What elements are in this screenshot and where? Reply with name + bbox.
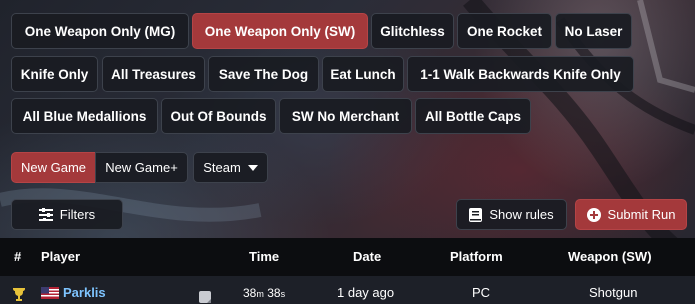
column-player[interactable]: Player — [41, 238, 80, 276]
time-minutes: 38 — [243, 286, 257, 300]
player-name-link[interactable]: Parklis — [63, 279, 106, 304]
plus-circle-icon — [586, 207, 601, 222]
category-one-rocket[interactable]: One Rocket — [457, 13, 552, 49]
time-minutes-unit: m — [256, 289, 264, 299]
mode-new-game-plus[interactable]: New Game+ — [95, 152, 188, 183]
sliders-icon — [38, 208, 53, 221]
category-all-bottle-caps[interactable]: All Bottle Caps — [415, 98, 531, 134]
category-sw-no-merchant[interactable]: SW No Merchant — [279, 98, 412, 134]
platform-dropdown-value: Steam — [203, 160, 241, 175]
show-rules-label: Show rules — [489, 207, 554, 222]
date-cell: 1 day ago — [337, 285, 395, 300]
category-knife-only[interactable]: Knife Only — [11, 56, 98, 92]
us-flag-icon — [41, 287, 59, 299]
video-icon[interactable] — [199, 282, 211, 304]
time-seconds-unit: s — [280, 289, 286, 299]
weapon-cell: Shotgun — [589, 285, 638, 300]
show-rules-button[interactable]: Show rules — [456, 199, 567, 230]
category-walk-backwards-knife[interactable]: 1-1 Walk Backwards Knife Only — [407, 56, 634, 92]
submit-run-label: Submit Run — [607, 207, 676, 222]
filters-label: Filters — [59, 207, 96, 222]
filters-button[interactable]: Filters — [11, 199, 123, 230]
table-row[interactable]: 1 Parklis 38m 38s 1 day ago PC Shotgun — [0, 276, 695, 304]
column-rank[interactable]: # — [14, 238, 21, 276]
submit-run-button[interactable]: Submit Run — [575, 199, 687, 230]
leaderboard-header: # Player Time Date Platform Weapon (SW) — [0, 238, 695, 276]
category-all-blue-medallions[interactable]: All Blue Medallions — [11, 98, 158, 134]
platform-dropdown[interactable]: Steam — [193, 152, 268, 183]
category-one-weapon-sw[interactable]: One Weapon Only (SW) — [192, 13, 368, 49]
category-no-laser[interactable]: No Laser — [555, 13, 632, 49]
category-eat-lunch[interactable]: Eat Lunch — [322, 56, 404, 92]
column-weapon[interactable]: Weapon (SW) — [568, 238, 652, 276]
mode-new-game[interactable]: New Game — [11, 152, 96, 183]
trophy-icon — [13, 287, 25, 301]
category-all-treasures[interactable]: All Treasures — [102, 56, 205, 92]
time-seconds: 38 — [267, 286, 281, 300]
column-time[interactable]: Time — [249, 238, 279, 276]
category-out-of-bounds[interactable]: Out Of Bounds — [161, 98, 276, 134]
category-glitchless[interactable]: Glitchless — [371, 13, 454, 49]
column-date[interactable]: Date — [353, 238, 381, 276]
caret-down-icon — [247, 164, 258, 171]
category-save-the-dog[interactable]: Save The Dog — [208, 56, 319, 92]
player-cell[interactable]: Parklis — [41, 279, 106, 304]
book-icon — [469, 207, 483, 222]
rank-cell: 1 — [13, 276, 25, 304]
category-one-weapon-mg[interactable]: One Weapon Only (MG) — [11, 13, 189, 49]
time-cell: 38m 38s — [243, 276, 285, 304]
platform-cell: PC — [472, 285, 491, 300]
column-platform[interactable]: Platform — [450, 238, 503, 276]
